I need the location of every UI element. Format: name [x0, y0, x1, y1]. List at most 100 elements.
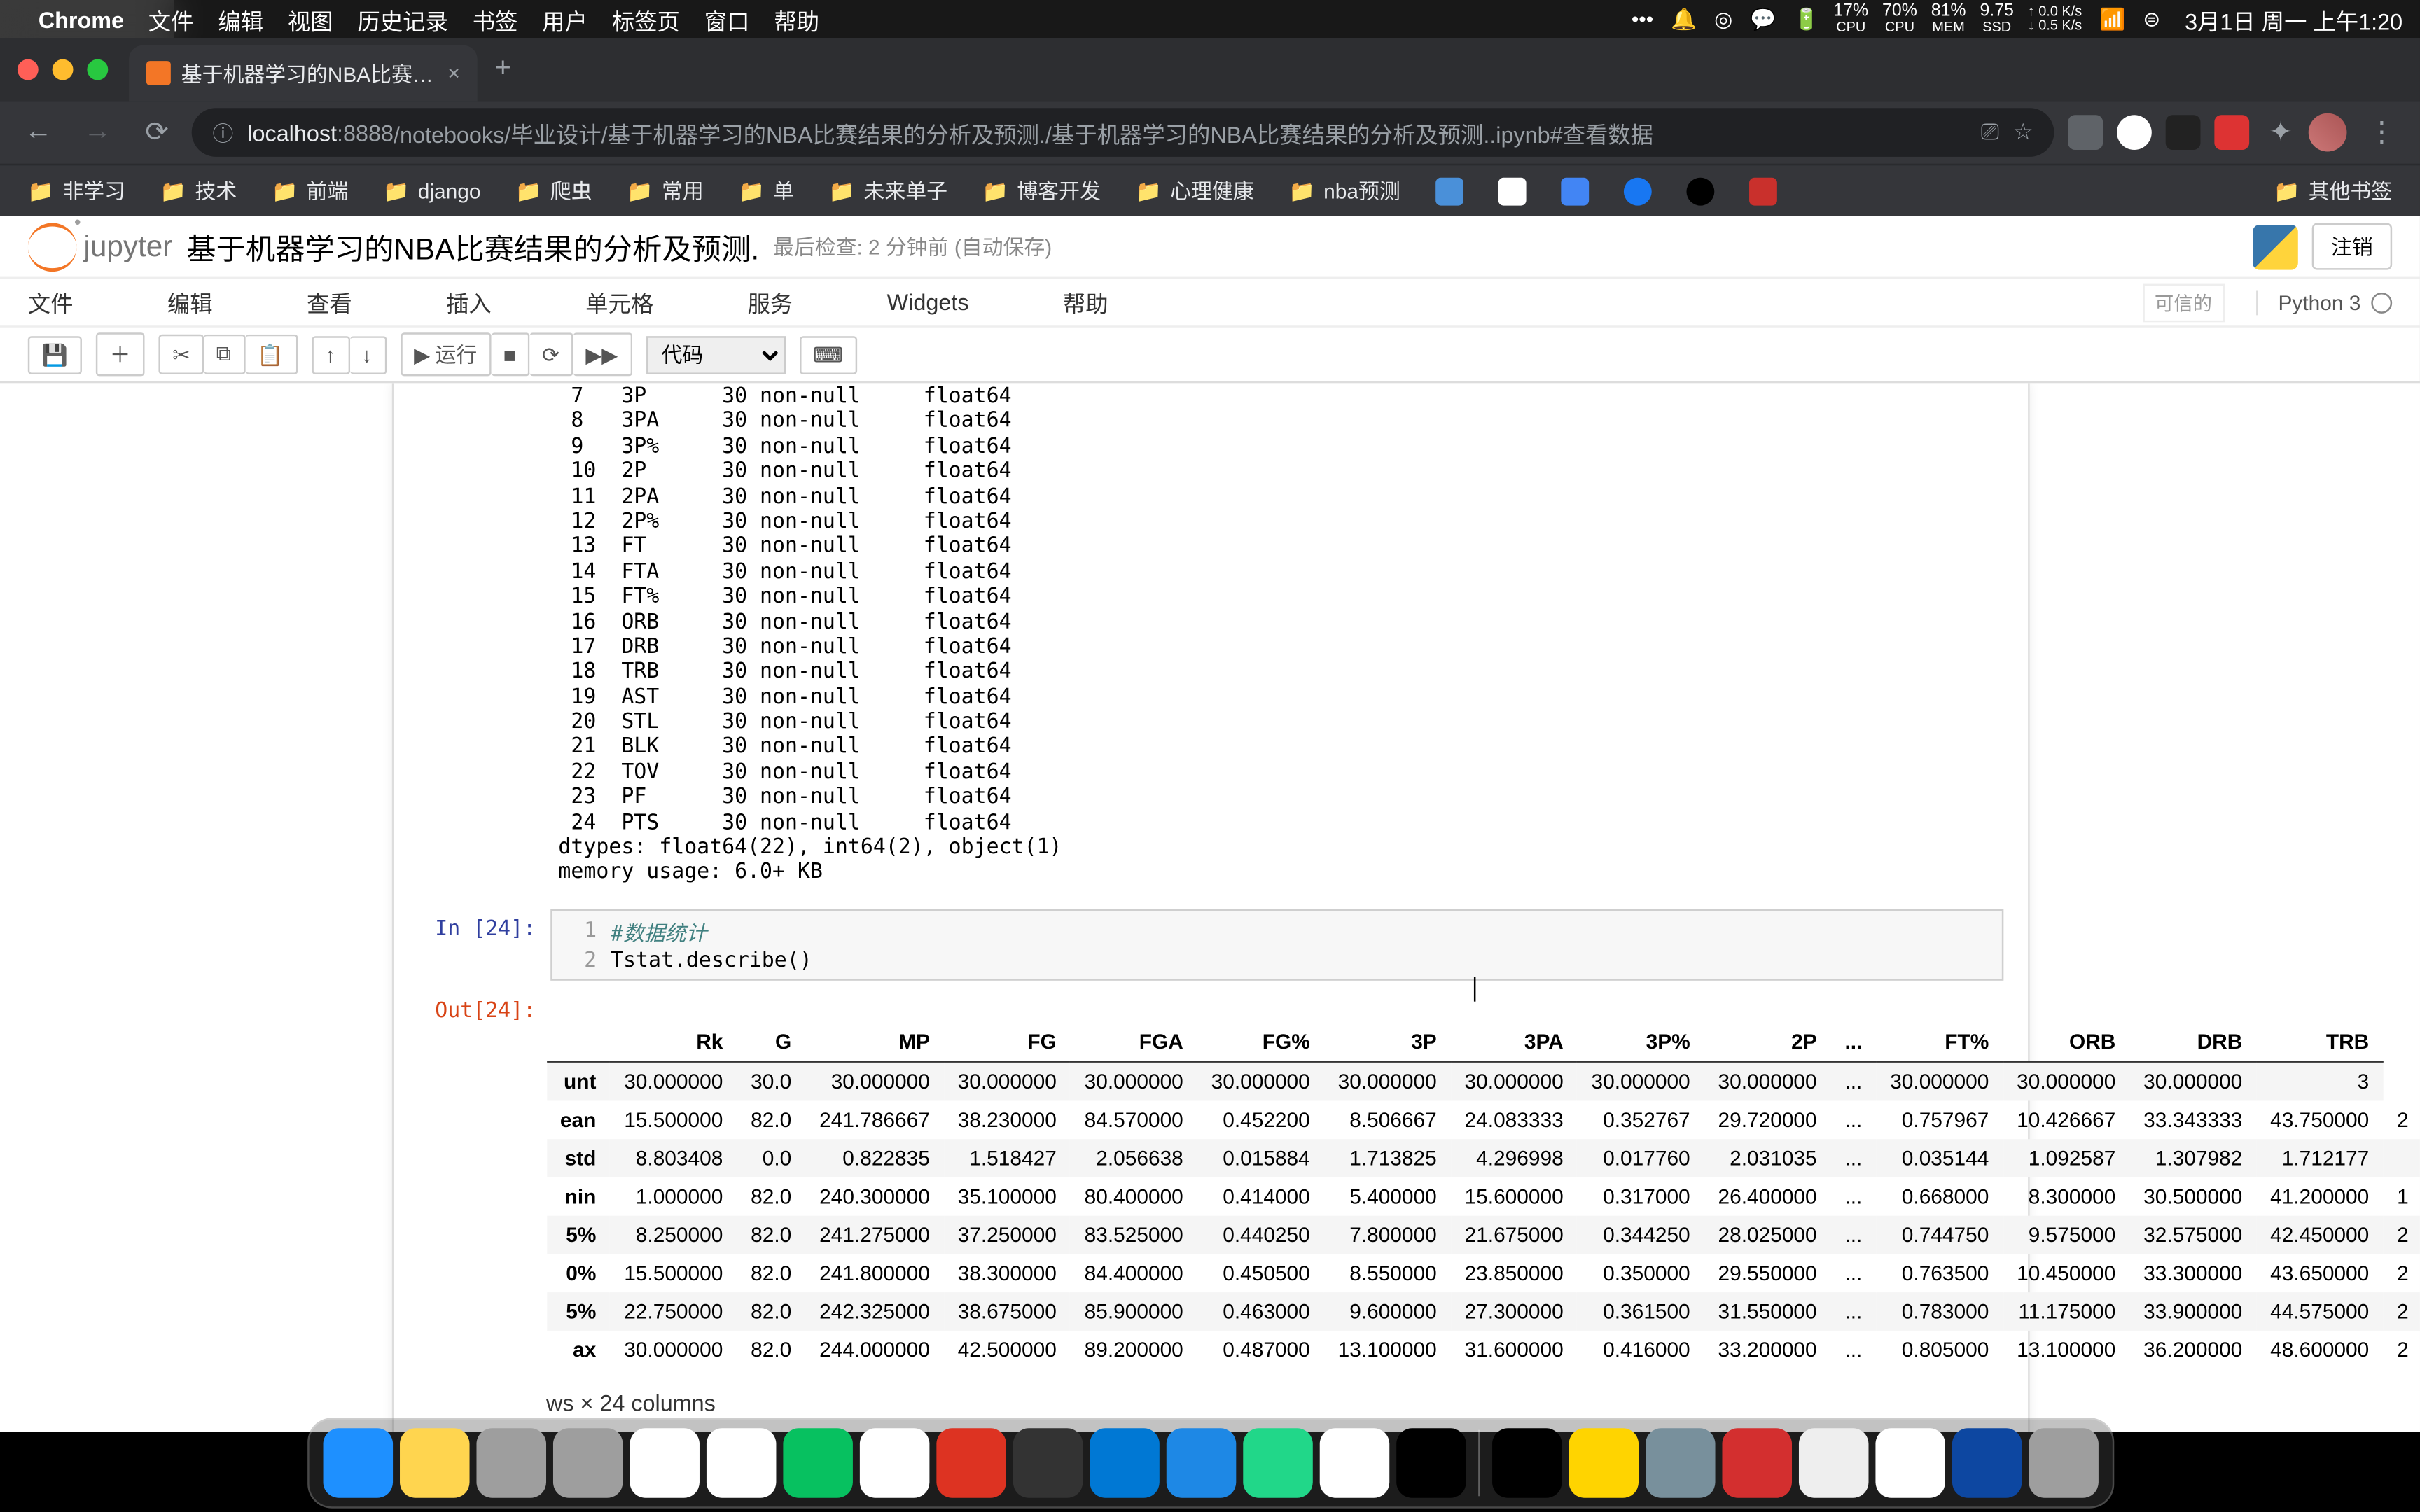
clock[interactable]: 3月1日 周一 上午1:20: [2185, 3, 2402, 36]
bookmark-item[interactable]: [1484, 172, 1540, 210]
nb-menu-item[interactable]: 插入: [446, 286, 492, 318]
bookmark-folder[interactable]: 📁单: [725, 171, 808, 211]
dock-launchpad[interactable]: [475, 1428, 545, 1498]
dock-notes2[interactable]: [1875, 1428, 1945, 1498]
profile-avatar[interactable]: [2309, 113, 2347, 152]
stop-button[interactable]: ■: [491, 332, 529, 376]
address-bar[interactable]: ⓘ localhost:8888/notebooks/毕业设计/基于机器学习的N…: [192, 108, 2054, 157]
move-up-button[interactable]: ↑: [311, 335, 349, 374]
dock-xcode[interactable]: [1166, 1428, 1236, 1498]
bookmark-folder[interactable]: 📁常用: [613, 171, 718, 211]
extensions-puzzle-icon[interactable]: ✦: [2263, 115, 2298, 150]
bookmark-star-icon[interactable]: ☆: [2013, 118, 2033, 146]
nb-menu-item[interactable]: 单元格: [585, 286, 653, 318]
bookmark-folder[interactable]: 📁未来单子: [815, 171, 961, 211]
code-editor[interactable]: 1#数据统计2Tstat.describe(): [550, 909, 2003, 980]
forward-button[interactable]: →: [74, 117, 123, 148]
dock-wechat[interactable]: [782, 1428, 852, 1498]
status-app-icon[interactable]: ◎: [1714, 7, 1732, 31]
restart-run-all-button[interactable]: ▶▶: [573, 332, 632, 376]
browser-tab[interactable]: 基于机器学习的NBA比赛结果的… ×: [129, 46, 478, 102]
dock-trash[interactable]: [2028, 1428, 2098, 1498]
dock-textedit[interactable]: [1319, 1428, 1389, 1498]
jupyter-logo[interactable]: jupyter: [28, 222, 173, 271]
wifi-icon[interactable]: 📶: [2099, 7, 2125, 31]
nb-menu-item[interactable]: Widgets: [887, 289, 969, 315]
wechat-status-icon[interactable]: 💬: [1750, 7, 1776, 31]
extension-icon[interactable]: [2166, 115, 2201, 150]
copy-button[interactable]: ⧉: [204, 335, 245, 374]
add-cell-button[interactable]: ＋: [96, 332, 145, 376]
move-down-button[interactable]: ↓: [349, 335, 386, 374]
notebook-title[interactable]: 基于机器学习的NBA比赛结果的分析及预测.: [186, 225, 759, 268]
extension-icon[interactable]: [2214, 115, 2249, 150]
window-minimize-button[interactable]: [53, 59, 74, 80]
bookmark-item[interactable]: [1609, 172, 1665, 210]
dock-pycharm[interactable]: [1242, 1428, 1312, 1498]
nb-menu-item[interactable]: 服务: [748, 286, 793, 318]
nb-menu-item[interactable]: 编辑: [167, 286, 213, 318]
dock-idea[interactable]: [1952, 1428, 2022, 1498]
bookmark-folder[interactable]: 📁nba预测: [1275, 171, 1414, 211]
menu-窗口[interactable]: 窗口: [704, 3, 750, 36]
back-button[interactable]: ←: [14, 117, 63, 148]
dock-wps[interactable]: [859, 1428, 929, 1498]
notification-icon[interactable]: 🔔: [1671, 7, 1697, 31]
dock-vscode[interactable]: [1089, 1428, 1159, 1498]
cell-type-select[interactable]: 代码: [646, 335, 785, 374]
cut-button[interactable]: ✂: [158, 335, 204, 374]
menu-帮助[interactable]: 帮助: [774, 3, 819, 36]
save-button[interactable]: 💾: [28, 335, 82, 374]
window-close-button[interactable]: [18, 59, 39, 80]
site-info-icon[interactable]: ⓘ: [213, 118, 234, 147]
bookmark-folder[interactable]: 📁爬虫: [501, 171, 606, 211]
bookmark-item[interactable]: [1734, 172, 1790, 210]
menu-标签页[interactable]: 标签页: [612, 3, 680, 36]
other-bookmarks[interactable]: 📁其他书签: [2260, 171, 2406, 211]
menu-文件[interactable]: 文件: [148, 3, 194, 36]
nb-menu-item[interactable]: 文件: [28, 286, 74, 318]
control-center-icon[interactable]: ⊜: [2143, 7, 2160, 31]
dock-youdao[interactable]: [1721, 1428, 1791, 1498]
battery-icon[interactable]: 🔋: [1793, 7, 1819, 31]
chrome-menu-button[interactable]: ⋮: [2357, 115, 2406, 150]
extension-icon[interactable]: [2117, 115, 2152, 150]
status-dots-icon[interactable]: •••: [1632, 7, 1653, 31]
menu-视图[interactable]: 视图: [288, 3, 333, 36]
bookmark-item[interactable]: [1421, 172, 1477, 210]
window-maximize-button[interactable]: [87, 59, 108, 80]
dock-finder[interactable]: [322, 1428, 392, 1498]
bookmark-item[interactable]: [1547, 172, 1603, 210]
nb-menu-item[interactable]: 帮助: [1063, 286, 1108, 318]
code-cell[interactable]: In [24]: 1#数据统计2Tstat.describe(): [393, 909, 2027, 980]
dock-iterm[interactable]: [1491, 1428, 1562, 1498]
restart-button[interactable]: ⟳: [530, 332, 573, 376]
dock-settings[interactable]: [552, 1428, 623, 1498]
run-button[interactable]: ▶ 运行: [400, 332, 491, 376]
bookmark-folder[interactable]: 📁技术: [146, 171, 251, 211]
new-tab-button[interactable]: +: [495, 54, 511, 85]
bookmark-folder[interactable]: 📁博客开发: [968, 171, 1115, 211]
dock-qq[interactable]: [1798, 1428, 1868, 1498]
bookmark-folder[interactable]: 📁心理健康: [1122, 171, 1268, 211]
dock-chrome[interactable]: [706, 1428, 776, 1498]
dock-notes[interactable]: [399, 1428, 469, 1498]
menu-用户[interactable]: 用户: [542, 3, 587, 36]
paste-button[interactable]: 📋: [245, 335, 298, 374]
tab-close-icon[interactable]: ×: [447, 61, 459, 85]
notebook-body[interactable]: 7 3P 30 non-null float64 8 3PA 30 non-nu…: [0, 383, 2420, 1432]
dock-et[interactable]: [1013, 1428, 1083, 1498]
nb-menu-item[interactable]: 查看: [307, 286, 352, 318]
command-palette-button[interactable]: ⌨: [799, 335, 857, 374]
menu-历史记录[interactable]: 历史记录: [357, 3, 447, 36]
bookmark-item[interactable]: [1672, 172, 1728, 210]
logout-button[interactable]: 注销: [2312, 223, 2392, 270]
extension-icon[interactable]: [2068, 115, 2103, 150]
kernel-indicator[interactable]: Python 3: [2255, 290, 2392, 314]
dock-terminal-blk[interactable]: [1396, 1428, 1466, 1498]
dock-preview[interactable]: [1645, 1428, 1715, 1498]
dock-reminders[interactable]: [629, 1428, 699, 1498]
bookmark-folder[interactable]: 📁非学习: [14, 171, 139, 211]
dock-qq-input[interactable]: [936, 1428, 1006, 1498]
menu-书签[interactable]: 书签: [473, 3, 518, 36]
